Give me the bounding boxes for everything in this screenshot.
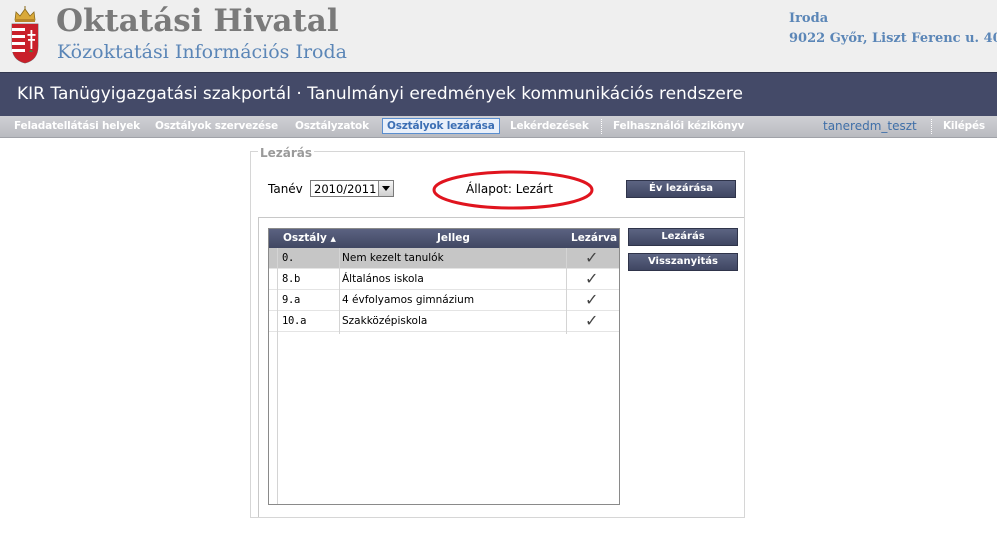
nav-separator: [931, 119, 932, 134]
close-class-button[interactable]: Lezárás: [628, 228, 738, 246]
reopen-class-button[interactable]: Visszanyitás: [628, 253, 738, 271]
divider: [258, 217, 744, 218]
address-line-1: Iroda: [789, 11, 829, 26]
cell-osztaly: 8.b: [282, 273, 301, 285]
classes-grid: Osztály ▲ Jelleg Lezárva 0. Nem kezelt t…: [268, 228, 620, 505]
cell-jelleg: Általános iskola: [342, 273, 424, 285]
column-header-lezarva[interactable]: Lezárva: [571, 232, 617, 244]
main-nav: Feladatellátási helyek Osztályok szervez…: [0, 116, 997, 138]
nav-item-felhasznaloi-kezikonyv[interactable]: Felhasználói kézikönyv: [613, 120, 744, 132]
checkmark-icon: ✓: [585, 248, 599, 267]
tanev-selected-value: 2010/2011: [314, 182, 377, 196]
checkmark-icon: ✓: [585, 290, 599, 309]
inner-box-border: [258, 217, 259, 517]
sort-ascending-icon: ▲: [330, 235, 336, 243]
cell-jelleg: 4 évfolyamos gimnázium: [342, 294, 475, 306]
tanev-select[interactable]: 2010/2011: [310, 180, 394, 197]
panel-legend: Lezárás: [258, 146, 315, 160]
nav-item-osztalyok-szervezese[interactable]: Osztályok szervezése: [155, 120, 278, 132]
tanev-label: Tanév: [268, 182, 303, 196]
nav-item-osztalyzatok[interactable]: Osztályzatok: [295, 120, 369, 132]
nav-item-feladatellatasi-helyek[interactable]: Feladatellátási helyek: [14, 120, 140, 132]
column-header-osztaly[interactable]: Osztály ▲: [283, 232, 336, 244]
checkmark-icon: ✓: [585, 269, 599, 288]
address-line-2: 9022 Győr, Liszt Ferenc u. 40.: [789, 31, 997, 46]
column-divider: [277, 248, 278, 334]
portal-title: KIR Tanügyigazgatási szakportál · Tanulm…: [17, 84, 743, 104]
cell-osztaly: 9.a: [282, 294, 301, 306]
column-divider: [566, 248, 567, 334]
cell-osztaly: 0.: [282, 252, 295, 264]
cell-jelleg: Szakközépiskola: [342, 315, 428, 327]
nav-item-lekerdezesek[interactable]: Lekérdezések: [510, 120, 589, 132]
nav-separator: [601, 119, 602, 134]
cell-osztaly: 10.a: [282, 315, 307, 327]
annotation-ellipse: [432, 170, 594, 210]
chevron-down-icon[interactable]: [378, 181, 393, 196]
grid-header: Osztály ▲ Jelleg Lezárva: [269, 229, 619, 248]
user-name-link[interactable]: taneredm_teszt: [823, 119, 917, 133]
checkmark-icon: ✓: [585, 311, 599, 330]
logout-link[interactable]: Kilépés: [943, 120, 985, 132]
column-header-jelleg[interactable]: Jelleg: [437, 232, 470, 244]
year-close-button[interactable]: Év lezárása: [626, 180, 736, 198]
portal-titlebar: KIR Tanügyigazgatási szakportál · Tanulm…: [0, 72, 997, 116]
column-divider: [339, 248, 340, 334]
coat-of-arms-icon: [11, 6, 39, 64]
header: Oktatási Hivatal Közoktatási Információs…: [0, 0, 997, 72]
nav-item-osztalyok-lezarasa[interactable]: Osztályok lezárása: [382, 118, 500, 134]
cell-jelleg: Nem kezelt tanulók: [342, 252, 444, 264]
org-subtitle: Közoktatási Információs Iroda: [57, 41, 347, 63]
column-divider: [277, 334, 278, 504]
org-title: Oktatási Hivatal: [56, 3, 339, 39]
